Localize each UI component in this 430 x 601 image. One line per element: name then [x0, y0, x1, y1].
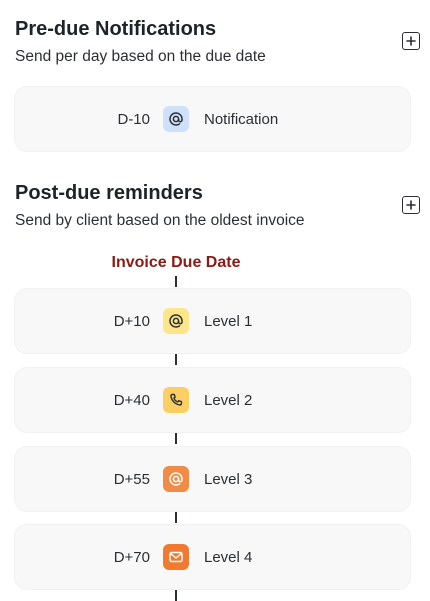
reminder-label: Level 2: [204, 391, 253, 409]
envelope-icon: [169, 551, 183, 563]
pre-due-title: Pre-due Notifications: [15, 18, 217, 40]
reminder-label: Level 1: [204, 312, 253, 330]
timeline-tick: [175, 433, 177, 444]
post-due-title: Post-due reminders: [15, 182, 203, 204]
post-due-header: Post-due reminders Send by client based …: [15, 181, 412, 231]
pre-due-day: D-10: [117, 110, 150, 128]
reminder-level-2-card[interactable]: D+40 Level 2: [15, 368, 410, 432]
reminder-badge: [163, 466, 189, 492]
pre-due-label: Notification: [204, 110, 279, 128]
pre-due-badge: [163, 106, 189, 132]
reminder-badge: [163, 308, 189, 334]
reminder-level-3-card[interactable]: D+55 Level 3: [15, 447, 410, 511]
timeline-tick: [175, 276, 177, 287]
reminder-settings-panel: Pre-due Notifications Send per day based…: [0, 0, 430, 601]
at-icon: [169, 314, 183, 328]
plus-icon: [406, 36, 416, 46]
pre-due-card[interactable]: D-10 Notification: [15, 87, 410, 151]
add-post-due-button[interactable]: [402, 196, 420, 214]
post-due-subtitle: Send by client based on the oldest invoi…: [15, 212, 305, 229]
pre-due-subtitle: Send per day based on the due date: [15, 48, 266, 65]
reminder-level-1-card[interactable]: D+10 Level 1: [15, 289, 410, 353]
timeline-tick: [175, 590, 177, 601]
invoice-due-date-label: Invoice Due Date: [111, 254, 241, 271]
add-pre-due-button[interactable]: [402, 32, 420, 50]
reminder-day: D+55: [113, 470, 150, 488]
at-icon: [169, 472, 183, 486]
timeline-tick: [175, 354, 177, 365]
reminder-day: D+70: [113, 548, 150, 566]
reminder-badge: [163, 387, 189, 413]
reminder-label: Level 3: [204, 470, 253, 488]
reminder-badge: [163, 544, 189, 570]
reminder-label: Level 4: [204, 548, 253, 566]
phone-icon: [170, 393, 183, 406]
at-icon: [169, 112, 183, 126]
reminder-day: D+40: [113, 391, 150, 409]
pre-due-header: Pre-due Notifications Send per day based…: [15, 17, 412, 67]
reminder-day: D+10: [113, 312, 150, 330]
reminder-level-4-card[interactable]: D+70 Level 4: [15, 525, 410, 589]
plus-icon: [406, 200, 416, 210]
timeline-tick: [175, 512, 177, 523]
